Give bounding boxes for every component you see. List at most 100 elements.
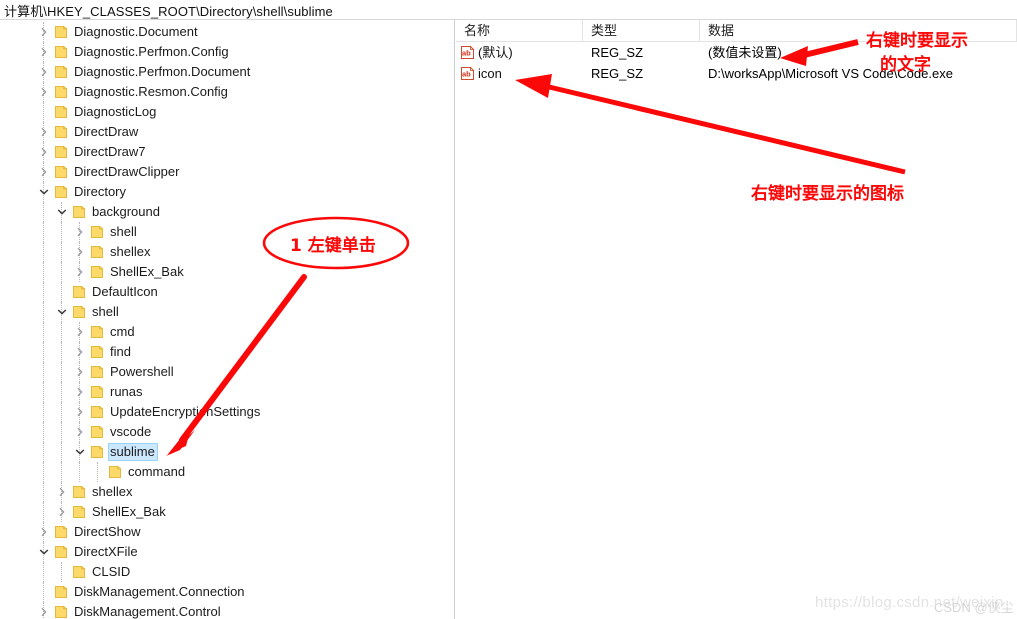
tree-item-label: Diagnostic.Resmon.Config xyxy=(74,84,228,99)
value-data-label: (数值未设置) xyxy=(708,45,782,60)
tree-item-directxfile[interactable]: DirectXFile xyxy=(0,542,438,562)
tree-expand-chevron-right-icon[interactable] xyxy=(36,524,52,540)
folder-icon xyxy=(71,284,87,300)
tree-guide-line xyxy=(79,462,81,482)
tree-guide-line xyxy=(43,362,45,382)
registry-value-list-pane[interactable]: 名称 类型 数据 ab (默认) REG_SZ (数值未设置) ab icon REG_SZ D:… xyxy=(456,20,1017,619)
tree-item-directshow[interactable]: DirectShow xyxy=(0,522,438,542)
value-name-cell[interactable]: ab icon xyxy=(460,63,502,84)
tree-expand-chevron-right-icon[interactable] xyxy=(72,324,88,340)
tree-item-powershell[interactable]: Powershell xyxy=(0,362,438,382)
value-column-header-type[interactable]: 类型 xyxy=(583,20,700,41)
address-bar[interactable]: 计算机\HKEY_CLASSES_ROOT\Directory\shell\su… xyxy=(0,0,1017,20)
folder-icon xyxy=(53,144,69,160)
tree-item-directory[interactable]: Directory xyxy=(0,182,438,202)
tree-item-shellex-bak[interactable]: ShellEx_Bak xyxy=(0,502,438,522)
tree-expand-chevron-right-icon[interactable] xyxy=(54,504,70,520)
tree-item-label: cmd xyxy=(110,324,135,339)
tree-item-diagnostic-perfmon-config[interactable]: Diagnostic.Perfmon.Config xyxy=(0,42,438,62)
tree-item-shellex[interactable]: shellex xyxy=(0,482,438,502)
tree-item-vscode[interactable]: vscode xyxy=(0,422,438,442)
tree-expand-chevron-right-icon[interactable] xyxy=(72,424,88,440)
tree-expand-chevron-right-icon[interactable] xyxy=(36,604,52,619)
folder-icon xyxy=(53,84,69,100)
tree-item-diagnostic-resmon-config[interactable]: Diagnostic.Resmon.Config xyxy=(0,82,438,102)
folder-icon xyxy=(89,364,105,380)
tree-expand-chevron-right-icon[interactable] xyxy=(36,24,52,40)
tree-item-background[interactable]: background xyxy=(0,202,438,222)
tree-item-diagnosticlog[interactable]: DiagnosticLog xyxy=(0,102,438,122)
tree-item-label: Directory xyxy=(74,184,127,199)
tree-item-find[interactable]: find xyxy=(0,342,438,362)
tree-item-diagnostic-document[interactable]: Diagnostic.Document xyxy=(0,22,438,42)
annotation-rightclick-icon-label: 右键时要显示的图标 xyxy=(751,184,904,204)
tree-item-clsid[interactable]: CLSID xyxy=(0,562,438,582)
tree-item-runas[interactable]: runas xyxy=(0,382,438,402)
tree-expand-chevron-right-icon[interactable] xyxy=(36,84,52,100)
tree-collapse-chevron-down-icon[interactable] xyxy=(36,544,52,560)
tree-item-label: Diagnostic.Perfmon.Document xyxy=(74,64,251,79)
tree-guide-line xyxy=(61,262,63,282)
tree-guide-line xyxy=(43,282,45,302)
tree-guide-line xyxy=(61,342,63,362)
value-column-header-name[interactable]: 名称 xyxy=(456,20,583,41)
tree-item-defaulticon[interactable]: DefaultIcon xyxy=(0,282,438,302)
tree-expand-chevron-right-icon[interactable] xyxy=(72,264,88,280)
tree-expand-chevron-right-icon[interactable] xyxy=(54,484,70,500)
tree-guide-line xyxy=(43,422,45,442)
watermark-credit: CSDN @侠尘 xyxy=(934,600,1014,615)
value-name-label: (默认) xyxy=(478,45,513,60)
value-column-header-data[interactable]: 数据 xyxy=(700,20,1017,41)
tree-expand-chevron-right-icon[interactable] xyxy=(36,144,52,160)
tree-item-sublime[interactable]: sublime xyxy=(0,442,438,462)
svg-text:ab: ab xyxy=(462,70,471,79)
tree-expand-chevron-right-icon[interactable] xyxy=(72,404,88,420)
tree-item-updateencryptionsettings[interactable]: UpdateEncryptionSettings xyxy=(0,402,438,422)
tree-guide-line xyxy=(61,322,63,342)
tree-expand-chevron-right-icon[interactable] xyxy=(72,224,88,240)
folder-icon xyxy=(71,504,87,520)
tree-collapse-chevron-down-icon[interactable] xyxy=(54,304,70,320)
tree-item-diagnostic-perfmon-document[interactable]: Diagnostic.Perfmon.Document xyxy=(0,62,438,82)
annotation-rightclick-text-line1: 右键时要显示 xyxy=(866,31,968,51)
tree-collapse-chevron-down-icon[interactable] xyxy=(54,204,70,220)
tree-item-label: ShellEx_Bak xyxy=(110,264,184,279)
tree-item-diskmanagement-connection[interactable]: DiskManagement.Connection xyxy=(0,582,438,602)
string-value-ab-icon: ab xyxy=(460,66,475,81)
annotation-rightclick-text-line2: 的文字 xyxy=(880,55,931,75)
tree-expand-chevron-right-icon[interactable] xyxy=(72,244,88,260)
tree-guide-line xyxy=(61,422,63,442)
value-name-cell[interactable]: ab (默认) xyxy=(460,42,513,63)
tree-item-shell[interactable]: shell xyxy=(0,302,438,322)
registry-key-tree[interactable]: Diagnostic.Document Diagnostic.Perfmon.Co… xyxy=(0,22,438,619)
tree-expand-chevron-right-icon[interactable] xyxy=(72,344,88,360)
registry-key-tree-pane[interactable]: Diagnostic.Document Diagnostic.Perfmon.Co… xyxy=(0,20,455,619)
tree-guide-line xyxy=(61,442,63,462)
tree-expand-chevron-right-icon[interactable] xyxy=(72,384,88,400)
tree-item-command[interactable]: command xyxy=(0,462,438,482)
folder-icon xyxy=(53,104,69,120)
tree-collapse-chevron-down-icon[interactable] xyxy=(72,444,88,460)
folder-icon xyxy=(107,464,123,480)
tree-item-directdraw7[interactable]: DirectDraw7 xyxy=(0,142,438,162)
folder-icon xyxy=(71,204,87,220)
tree-expand-chevron-right-icon[interactable] xyxy=(36,64,52,80)
tree-item-label: command xyxy=(128,464,186,479)
tree-expand-chevron-right-icon[interactable] xyxy=(36,164,52,180)
tree-expand-chevron-right-icon[interactable] xyxy=(72,364,88,380)
folder-icon xyxy=(53,124,69,140)
tree-item-directdrawclipper[interactable]: DirectDrawClipper xyxy=(0,162,438,182)
tree-collapse-chevron-down-icon[interactable] xyxy=(36,184,52,200)
tree-expand-chevron-right-icon[interactable] xyxy=(36,44,52,60)
folder-icon xyxy=(71,304,87,320)
tree-expand-chevron-right-icon[interactable] xyxy=(36,124,52,140)
value-row[interactable]: ab icon REG_SZ D:\worksApp\Microsoft VS Cod… xyxy=(456,63,1017,84)
tree-guide-line xyxy=(43,242,45,262)
tree-item-directdraw[interactable]: DirectDraw xyxy=(0,122,438,142)
folder-icon xyxy=(53,604,69,619)
registry-editor-window: 计算机\HKEY_CLASSES_ROOT\Directory\shell\su… xyxy=(0,0,1017,619)
tree-item-cmd[interactable]: cmd xyxy=(0,322,438,342)
tree-item-shellex-bak[interactable]: ShellEx_Bak xyxy=(0,262,438,282)
tree-item-diskmanagement-control[interactable]: DiskManagement.Control xyxy=(0,602,438,619)
